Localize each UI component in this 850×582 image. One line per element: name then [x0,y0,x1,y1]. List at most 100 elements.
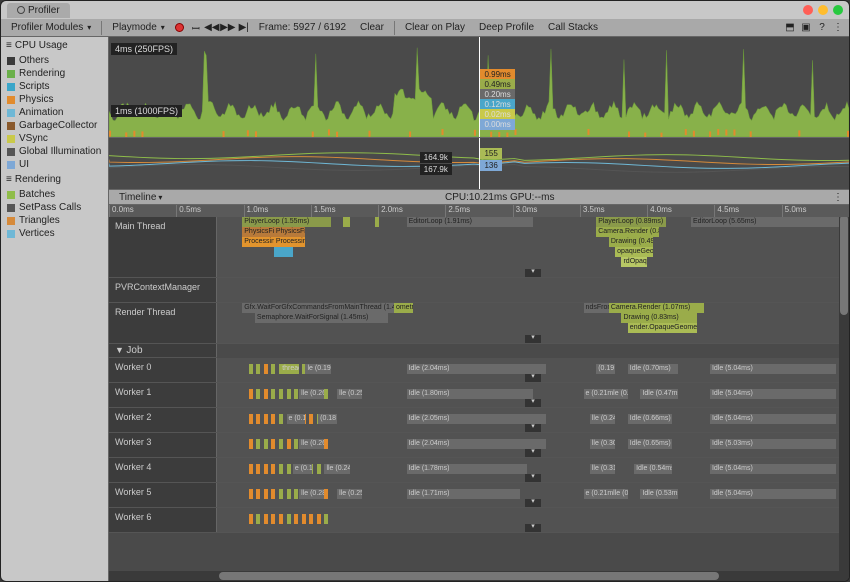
profile-bar[interactable]: Drawing (0.83ms) [621,313,697,323]
profiler-tab[interactable]: Profiler [7,3,70,18]
profile-bar[interactable]: e (0.21mle (0.29ms [584,389,628,399]
worker-track[interactable]: ▾thread2le (0.19mIdle (2.04ms)(0.19Idle … [217,358,849,382]
profile-bar[interactable]: ender.OpaqueGeometry (0.77m [628,323,698,333]
profile-bar[interactable]: ometry.s [394,303,413,313]
timeline-view-dropdown[interactable]: Timeline [113,191,168,204]
legend-item[interactable]: Batches [1,188,108,201]
minimize-icon[interactable] [818,5,828,15]
profile-bar[interactable]: e (0.21mlle (0.22m [584,489,628,499]
legend-item[interactable]: Physics [1,93,108,106]
profile-bar[interactable]: e (0.18m [293,464,312,474]
deep-profile-toggle[interactable]: Deep Profile [473,20,540,35]
worker-track[interactable]: ▾e (0.18mlle (0.24mIdle (1.78ms)lle (0.3… [217,458,849,482]
clear-on-play-toggle[interactable]: Clear on Play [399,20,471,35]
profile-bar[interactable] [287,247,293,257]
profile-bar[interactable]: Processing ( [242,237,274,247]
profile-bar[interactable]: Idle (5.04ms) [710,464,836,474]
profile-bar[interactable]: ndsFrom [584,303,609,313]
profile-bar[interactable]: lle (0.24m [324,464,349,474]
expand-icon[interactable]: ▾ [525,374,541,382]
pvr-track[interactable] [217,278,849,302]
profile-bar[interactable]: thread2 [280,364,299,374]
rendering-header[interactable]: Rendering [1,171,108,188]
profile-bar[interactable]: Idle (2.04ms) [407,439,546,449]
worker-track[interactable]: ▾ lle (0.28ms lle (0.25m Idle (1.71ms) e (0.… [217,483,849,507]
profile-bar[interactable]: Idle (5.04ms) [710,489,836,499]
expand-icon[interactable]: ▾ [525,474,541,482]
profile-bar[interactable]: lle (0.25m [337,389,362,399]
main-thread-track[interactable]: ▾ PlayerLoop (1.55ms)PhysicsFixedUpdPhys… [217,217,849,277]
profile-bar[interactable] [375,217,379,227]
profile-bar[interactable]: Idle (1.71ms) [407,489,521,499]
rendering-chart[interactable]: 164.9k 167.9k 155 136 [109,137,849,189]
close-icon[interactable] [803,5,813,15]
job-group-label[interactable]: ▼ Job [109,344,217,357]
profile-bar[interactable]: PhysicsFixedUpd [242,227,274,237]
profile-bar[interactable]: PhysicsFixedUpd [274,227,306,237]
profile-bar[interactable]: Idle (0.54ms) [634,464,672,474]
expand-icon[interactable]: ▾ [525,499,541,507]
legend-item[interactable]: Rendering [1,67,108,80]
profile-bar[interactable]: Idle (0.47ms) [640,389,678,399]
worker-track[interactable]: ▾e (0.17m(0.18Idle (2.05ms)lle (0.24mIdl… [217,408,849,432]
timeline-menu-button[interactable]: ⋮ [831,191,845,203]
profile-bar[interactable]: lle (0.28ms [299,489,324,499]
menu-button[interactable]: ⋮ [831,22,845,34]
profile-bar[interactable]: lle (0.25m [337,489,362,499]
profile-bar[interactable]: Idle (5.04ms) [710,364,836,374]
legend-item[interactable]: VSync [1,132,108,145]
legend-item[interactable]: Animation [1,106,108,119]
profile-bar[interactable]: Idle (0.65ms) [628,439,672,449]
profile-bar[interactable]: (0.18 [318,414,337,424]
back-button[interactable]: ◀◀ [205,22,219,34]
profile-bar[interactable]: Processing ( [274,237,306,247]
profile-bar[interactable] [274,247,287,257]
profile-bar[interactable]: lle (0.30m [590,439,615,449]
prev-frame-button[interactable]: ꟷ [189,22,203,34]
save-button[interactable]: ▣ [799,22,813,34]
clear-button[interactable]: Clear [354,20,390,35]
horizontal-scrollbar[interactable] [109,571,849,581]
expand-icon[interactable]: ▾ [525,524,541,532]
worker-track[interactable]: ▾ [217,508,849,532]
profile-bar[interactable]: PlayerLoop (0.89ms) [596,217,666,227]
profile-bar[interactable]: Idle (5.04ms) [710,414,836,424]
legend-item[interactable]: UI [1,158,108,171]
render-thread-track[interactable]: ▾ Gfx.WaitForGfxCommandsFromMainThread (… [217,303,849,343]
profile-bar[interactable]: lle (0.26ms [299,439,324,449]
legend-item[interactable]: Triangles [1,214,108,227]
profile-bar[interactable]: Idle (5.03ms) [710,439,836,449]
profile-bar[interactable]: Idle (0.53ms) [640,489,678,499]
profile-bar[interactable]: Idle (1.80ms) [407,389,533,399]
profile-bar[interactable]: Idle (0.70ms) [628,364,679,374]
vertical-scrollbar[interactable] [839,205,849,571]
record-button[interactable] [173,22,187,34]
legend-item[interactable]: Others [1,54,108,67]
profile-bar[interactable]: Camera.Render (1.07ms) [609,303,704,313]
profiler-modules-dropdown[interactable]: Profiler Modules [5,20,97,35]
profile-bar[interactable] [343,217,349,227]
cpu-usage-header[interactable]: CPU Usage [1,37,108,54]
profile-bar[interactable]: lle (0.24m [590,414,615,424]
profile-bar[interactable]: (0.19 [596,364,615,374]
profile-bar[interactable]: Semaphore.WaitForSignal (1.45ms) [255,313,388,323]
profile-bar[interactable]: Idle (5.04ms) [710,389,836,399]
legend-item[interactable]: GarbageCollector [1,119,108,132]
expand-icon[interactable]: ▾ [525,399,541,407]
legend-item[interactable]: Scripts [1,80,108,93]
profile-bar[interactable]: EditorLoop (1.91ms) [407,217,533,227]
profile-bar[interactable]: rdOpaque.Ren [621,257,646,267]
expand-icon[interactable]: ▾ [525,269,541,277]
profile-bar[interactable]: opaqueGeometry ( [615,247,653,257]
profile-bar[interactable]: Camera.Render (0.81ms) [596,227,659,237]
playmode-dropdown[interactable]: Playmode [106,20,170,35]
profile-bar[interactable]: Idle (1.78ms) [407,464,527,474]
profile-bar[interactable]: Idle (0.66ms) [628,414,672,424]
forward-button[interactable]: ▶▶ [221,22,235,34]
current-frame-button[interactable]: ▶| [237,22,251,34]
cpu-usage-chart[interactable]: 4ms (250FPS) 1ms (1000FPS) 0.99ms0.49ms0… [109,37,849,137]
expand-icon[interactable]: ▾ [525,424,541,432]
expand-icon[interactable]: ▾ [525,335,541,343]
profile-bar[interactable]: lle (0.26ms [299,389,324,399]
timeline-view[interactable]: 0.0ms0.5ms1.0ms1.5ms2.0ms2.5ms3.0ms3.5ms… [109,205,849,571]
